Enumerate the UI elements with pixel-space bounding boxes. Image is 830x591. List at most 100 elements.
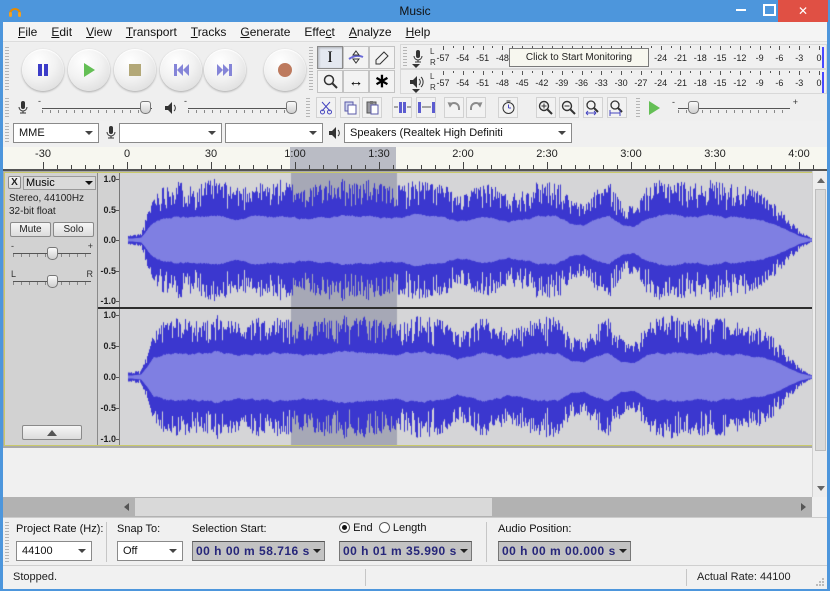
- track-collapse-button[interactable]: [22, 425, 82, 440]
- sync-lock-button[interactable]: [498, 97, 518, 118]
- minimize-button[interactable]: [727, 0, 755, 20]
- trim-outside-selection-button[interactable]: [392, 97, 412, 118]
- ruler-tick: [505, 165, 506, 169]
- selection-start-time[interactable]: 00 h 00 m 58.716 s: [192, 541, 325, 561]
- play-button[interactable]: [68, 49, 110, 91]
- gain-slider[interactable]: - +: [9, 241, 95, 263]
- undo-button[interactable]: [444, 97, 464, 118]
- toolbar-grip[interactable]: [309, 47, 313, 92]
- skip-to-end-button[interactable]: [204, 49, 246, 91]
- track-close-button[interactable]: X: [8, 176, 21, 189]
- toolbar-grip[interactable]: [5, 47, 9, 92]
- ruler-tick: [673, 165, 674, 169]
- timeshift-tool-button[interactable]: ↔: [343, 70, 369, 93]
- paste-button[interactable]: [362, 97, 382, 118]
- copy-icon: [343, 100, 358, 115]
- title-bar[interactable]: Music ✕: [0, 0, 830, 22]
- zoom-out-button[interactable]: [559, 97, 579, 118]
- slider-thumb[interactable]: [140, 101, 151, 114]
- fit-project-button[interactable]: [607, 97, 627, 118]
- silence-selection-button[interactable]: [416, 97, 436, 118]
- monitoring-tooltip[interactable]: Click to Start Monitoring: [509, 48, 649, 67]
- playback-device-dropdown[interactable]: Speakers (Realtek High Definiti: [344, 123, 572, 143]
- pan-slider[interactable]: L R: [9, 269, 95, 291]
- horizontal-scrollbar-thumb[interactable]: [135, 498, 492, 516]
- recording-meter-toolbar[interactable]: L R -57-54-51-48-45-42-39-36-33-30-27-24…: [400, 44, 827, 69]
- slider-thumb[interactable]: [286, 101, 297, 114]
- play-at-speed-button[interactable]: [644, 98, 664, 118]
- toolbar-grip[interactable]: [5, 98, 9, 118]
- length-radio[interactable]: [379, 522, 390, 533]
- record-button[interactable]: [264, 49, 306, 91]
- device-toolbar: MME Speakers (Realtek High Definiti: [4, 121, 704, 145]
- selection-end-time[interactable]: 00 h 01 m 35.990 s: [339, 541, 472, 561]
- scroll-up-button[interactable]: [813, 173, 828, 187]
- toolbar-grip[interactable]: [5, 522, 9, 562]
- project-rate-dropdown[interactable]: 44100: [16, 541, 92, 561]
- audio-host-dropdown[interactable]: MME: [13, 123, 99, 143]
- scroll-down-icon: [817, 486, 825, 491]
- toolbar-grip[interactable]: [5, 123, 9, 143]
- toolbar-grip[interactable]: [636, 98, 640, 118]
- scroll-left-button[interactable]: [117, 497, 135, 517]
- playback-volume-slider[interactable]: -: [184, 96, 302, 120]
- menu-effect[interactable]: Effect: [297, 23, 341, 41]
- menu-transport[interactable]: Transport: [119, 23, 184, 41]
- menu-tracks[interactable]: Tracks: [184, 23, 234, 41]
- recording-channels-dropdown[interactable]: [225, 123, 323, 143]
- skip-to-start-button[interactable]: [160, 49, 202, 91]
- waveform-left-channel[interactable]: [120, 173, 812, 307]
- menu-analyze[interactable]: Analyze: [342, 23, 399, 41]
- audio-position-time[interactable]: 00 h 00 m 00.000 s: [498, 541, 631, 561]
- length-radio-label[interactable]: Length: [393, 522, 427, 534]
- slider-thumb[interactable]: [688, 101, 699, 114]
- menu-generate[interactable]: Generate: [233, 23, 297, 41]
- scroll-down-button[interactable]: [813, 481, 828, 495]
- copy-button[interactable]: [340, 97, 360, 118]
- redo-icon: [468, 101, 484, 114]
- pause-button[interactable]: [22, 49, 64, 91]
- menu-help[interactable]: Help: [399, 23, 438, 41]
- recording-volume-slider[interactable]: -: [38, 96, 158, 120]
- zoom-tool-button[interactable]: [317, 70, 343, 93]
- waveform-right-channel[interactable]: [120, 309, 812, 445]
- snap-to-dropdown[interactable]: Off: [117, 541, 183, 561]
- end-radio[interactable]: [339, 522, 350, 533]
- redo-button[interactable]: [466, 97, 486, 118]
- zoom-in-button[interactable]: [536, 97, 556, 118]
- close-button[interactable]: ✕: [778, 0, 828, 22]
- menu-edit[interactable]: Edit: [44, 23, 79, 41]
- vertical-ruler-left-channel[interactable]: 1.00.50.0-0.5-1.0: [98, 173, 120, 307]
- fit-selection-button[interactable]: [583, 97, 603, 118]
- track-title-dropdown[interactable]: Music: [23, 176, 96, 190]
- recording-device-dropdown[interactable]: [119, 123, 222, 143]
- pan-slider-thumb[interactable]: [47, 275, 58, 288]
- vruler-tick: [116, 301, 119, 302]
- vertical-scrollbar[interactable]: [812, 171, 827, 497]
- scroll-right-button[interactable]: [794, 497, 812, 517]
- menu-file[interactable]: File: [11, 23, 44, 41]
- playback-meter-toolbar[interactable]: L R -57-54-51-48-45-42-39-36-33-30-27-24…: [400, 69, 827, 94]
- end-radio-label[interactable]: End: [353, 522, 373, 534]
- menu-view[interactable]: View: [79, 23, 119, 41]
- multi-tool-button[interactable]: ∗: [369, 70, 395, 93]
- vertical-scrollbar-thumb[interactable]: [815, 189, 826, 451]
- resize-grip-icon[interactable]: [815, 577, 825, 587]
- draw-tool-button[interactable]: [369, 46, 395, 69]
- horizontal-scrollbar[interactable]: [3, 497, 812, 517]
- ruler-label: 0: [124, 148, 130, 160]
- vertical-ruler-right-channel[interactable]: 1.00.50.0-0.5-1.0: [98, 309, 120, 445]
- selection-start-label: Selection Start:: [192, 523, 267, 535]
- mute-button[interactable]: Mute: [10, 222, 51, 237]
- cut-button[interactable]: [316, 97, 336, 118]
- solo-button[interactable]: Solo: [53, 222, 94, 237]
- ruler-tick: [99, 165, 100, 169]
- toolbar-grip[interactable]: [306, 98, 310, 118]
- selection-tool-button[interactable]: I: [317, 46, 343, 69]
- audio-track[interactable]: X Music Stereo, 44100Hz 32-bit float Mut…: [4, 172, 813, 446]
- gain-slider-thumb[interactable]: [47, 247, 58, 260]
- timeline-ruler[interactable]: -300301:001:302:002:303:003:304:00: [3, 147, 827, 171]
- playback-speed-slider[interactable]: - +: [672, 96, 798, 120]
- envelope-tool-button[interactable]: [343, 46, 369, 69]
- stop-button[interactable]: [114, 49, 156, 91]
